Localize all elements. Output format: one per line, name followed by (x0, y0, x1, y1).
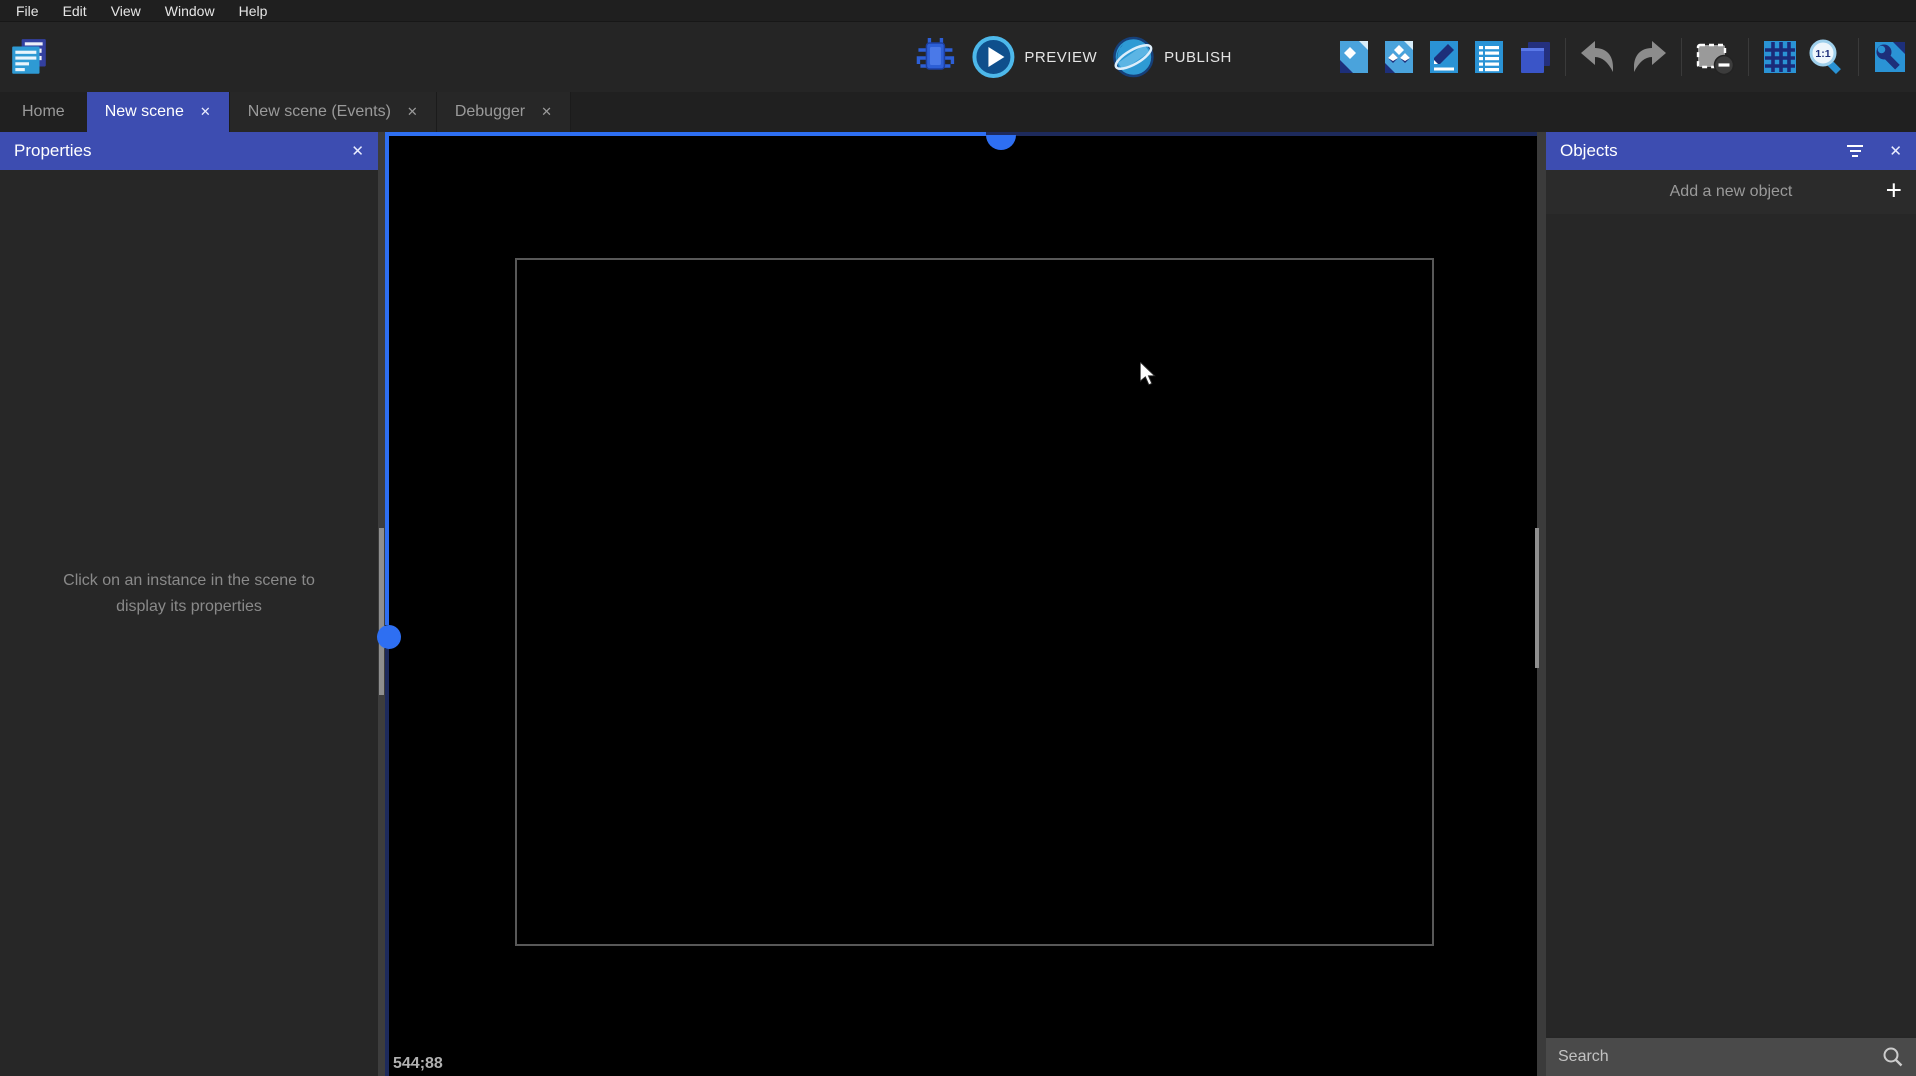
close-panel-icon[interactable]: ✕ (351, 142, 364, 160)
canvas-scrollbar-track[interactable] (1537, 132, 1546, 1076)
tab-new-scene-events[interactable]: New scene (Events) ✕ (230, 92, 437, 132)
add-object-row[interactable]: Add a new object + (1546, 170, 1916, 214)
zoom-options-icon[interactable]: 1:1 (1807, 38, 1845, 76)
close-tab-icon[interactable]: ✕ (200, 104, 211, 120)
canvas-scrollbar-thumb[interactable] (1535, 528, 1539, 668)
selection-top-edge (385, 132, 986, 136)
objects-search-bar (1546, 1036, 1916, 1076)
properties-empty-message-line1: Click on an instance in the scene to (63, 568, 315, 594)
app-window: File Edit View Window Help (0, 0, 1916, 1076)
tab-home-label: Home (22, 103, 65, 121)
menu-help[interactable]: Help (227, 0, 280, 22)
publish-button[interactable]: PUBLISH (1111, 35, 1232, 79)
menu-window[interactable]: Window (153, 0, 227, 22)
project-manager-icon[interactable] (8, 36, 50, 78)
editor-tabs: Home New scene ✕ New scene (Events) ✕ De… (0, 92, 1916, 132)
menu-edit[interactable]: Edit (51, 0, 99, 22)
tab-debugger-label: Debugger (455, 103, 525, 121)
selection-left-resize-handle[interactable] (377, 625, 401, 649)
tab-debugger[interactable]: Debugger ✕ (437, 92, 571, 132)
selection-top-resize-handle[interactable] (986, 135, 1016, 150)
tab-new-scene[interactable]: New scene ✕ (87, 92, 230, 132)
open-objects-panel-icon[interactable] (1336, 39, 1372, 75)
toolbar-separator (1748, 38, 1749, 76)
svg-text:1:1: 1:1 (1815, 48, 1830, 60)
toolbar-separator (1565, 38, 1566, 76)
filter-icon[interactable] (1847, 145, 1863, 157)
publish-globe-icon (1111, 35, 1155, 79)
properties-scrollbar-thumb[interactable] (379, 528, 384, 695)
mouse-cursor (1140, 362, 1156, 391)
open-instances-list-icon[interactable] (1471, 39, 1507, 75)
undo-icon[interactable] (1579, 40, 1619, 74)
open-properties-icon[interactable] (1426, 39, 1462, 75)
tab-new-scene-label: New scene (105, 103, 184, 121)
menu-file[interactable]: File (4, 0, 51, 22)
toolbar-separator (1858, 38, 1859, 76)
close-tab-icon[interactable]: ✕ (407, 104, 418, 120)
properties-panel-body: Click on an instance in the scene to dis… (0, 170, 378, 1076)
toggle-grid-icon[interactable] (1762, 39, 1798, 75)
main-area: Properties ✕ Click on an instance in the… (0, 132, 1916, 1076)
properties-panel-title: Properties (14, 141, 91, 161)
close-panel-icon[interactable]: ✕ (1889, 142, 1902, 160)
properties-resize-gutter[interactable] (378, 132, 385, 1076)
tab-home[interactable]: Home (0, 92, 87, 132)
scene-canvas[interactable]: 544;88 (385, 132, 1537, 1076)
menu-bar: File Edit View Window Help (0, 0, 1916, 22)
main-toolbar: PREVIEW PUBLISH (0, 22, 1916, 92)
menu-view[interactable]: View (99, 0, 153, 22)
properties-panel-header: Properties ✕ (0, 132, 378, 170)
search-icon[interactable] (1882, 1046, 1904, 1068)
scene-properties-icon[interactable] (1872, 39, 1908, 75)
objects-panel: Objects ✕ Add a new object + (1546, 132, 1916, 1076)
game-window-frame (515, 258, 1434, 946)
objects-panel-header: Objects ✕ (1546, 132, 1916, 170)
objects-list (1546, 214, 1916, 1036)
objects-search-input[interactable] (1558, 1048, 1882, 1066)
delete-selection-icon[interactable] (1695, 38, 1735, 76)
open-object-groups-icon[interactable] (1381, 39, 1417, 75)
preview-label: PREVIEW (1024, 49, 1097, 66)
add-object-label: Add a new object (1670, 183, 1793, 201)
properties-panel: Properties ✕ Click on an instance in the… (0, 132, 378, 1076)
publish-label: PUBLISH (1164, 49, 1232, 66)
selection-left-edge-far (385, 649, 389, 1076)
properties-empty-message: Click on an instance in the scene to dis… (63, 568, 315, 621)
toolbar-separator (1681, 38, 1682, 76)
debugger-icon[interactable] (913, 34, 957, 80)
close-tab-icon[interactable]: ✕ (541, 104, 552, 120)
selection-left-edge (385, 132, 389, 625)
tab-new-scene-events-label: New scene (Events) (248, 103, 391, 121)
add-object-plus-icon[interactable]: + (1886, 175, 1902, 207)
objects-panel-title: Objects (1560, 141, 1618, 161)
properties-empty-message-line2: display its properties (63, 594, 315, 620)
open-layers-icon[interactable] (1516, 39, 1552, 75)
preview-play-icon (971, 35, 1015, 79)
cursor-coordinates: 544;88 (393, 1055, 443, 1073)
redo-icon[interactable] (1628, 40, 1668, 74)
preview-button[interactable]: PREVIEW (971, 35, 1097, 79)
